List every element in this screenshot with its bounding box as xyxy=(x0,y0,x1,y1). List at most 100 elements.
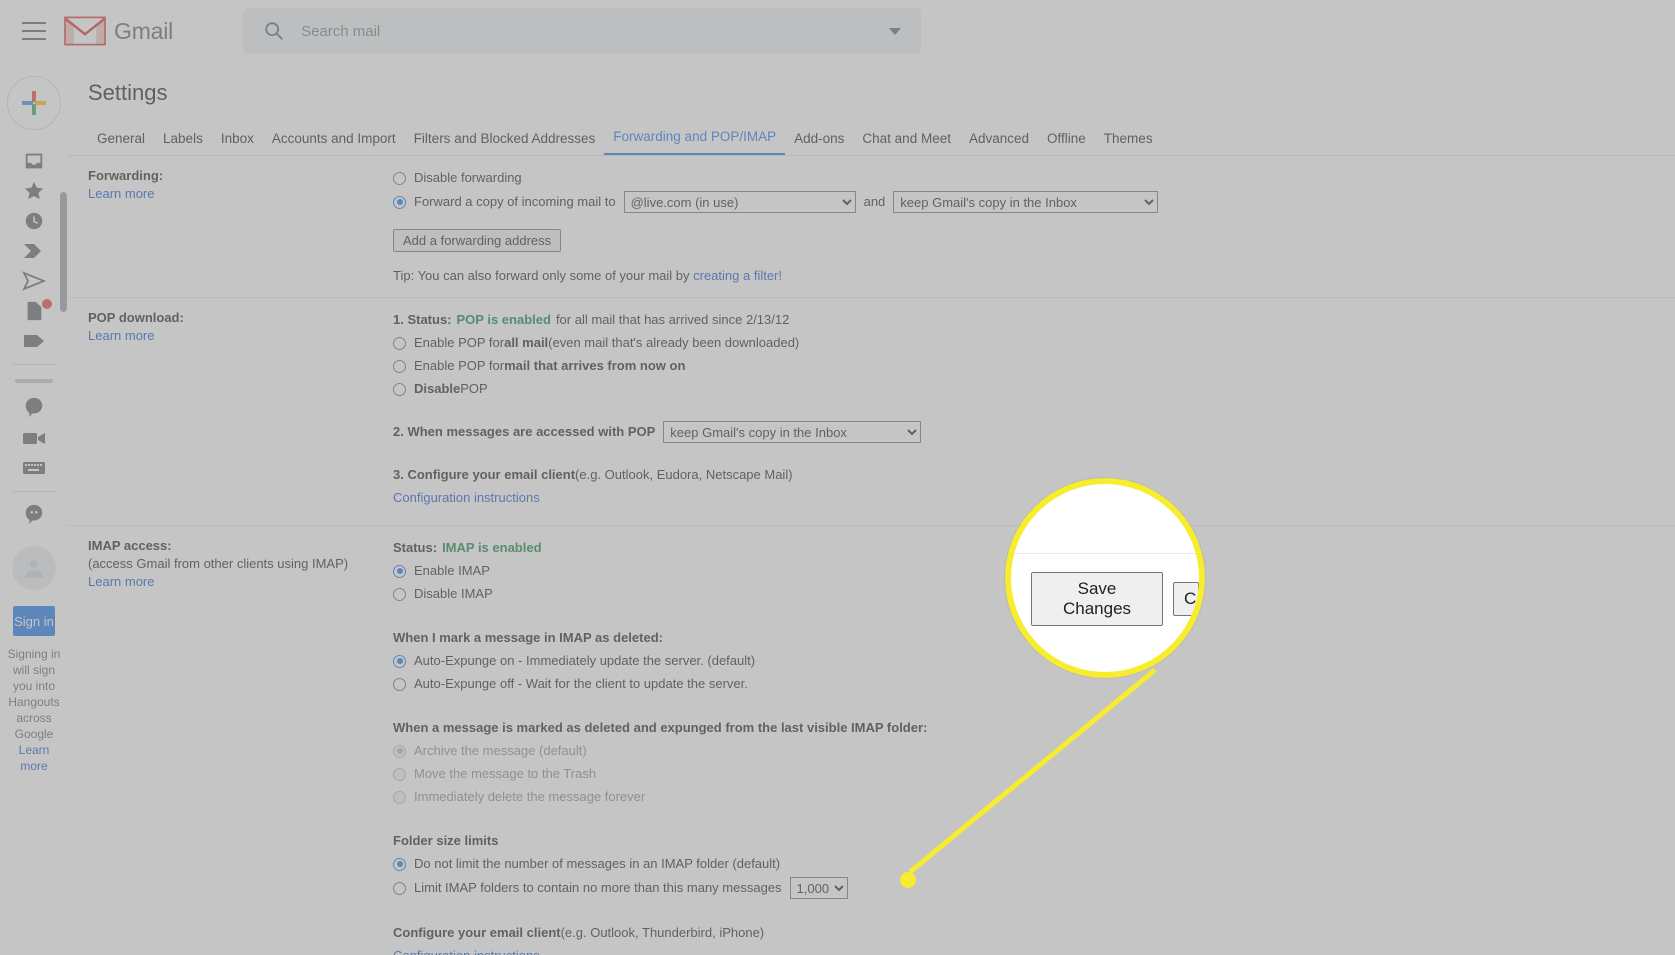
imap-configuration-instructions-link[interactable]: Configuration instructions xyxy=(393,946,540,955)
compose-button[interactable] xyxy=(7,76,61,130)
signin-note: Signing in will sign you into Hangouts a… xyxy=(5,646,63,774)
forwarding-and-text: and xyxy=(863,194,886,209)
imap-limit-radio[interactable] xyxy=(393,881,406,895)
pop-from-now-row[interactable]: Enable POP for mail that arrives from no… xyxy=(393,356,1655,376)
forwarding-tip-link[interactable]: creating a filter! xyxy=(693,268,782,283)
imap-enable-radio[interactable] xyxy=(393,564,406,578)
search-input[interactable] xyxy=(299,21,882,41)
forward-copy-radio[interactable] xyxy=(393,195,406,209)
add-forwarding-address-button[interactable]: Add a forwarding address xyxy=(393,229,562,252)
sent-paperplane-icon xyxy=(22,271,46,291)
imap-disable-label: Disable IMAP xyxy=(414,586,493,601)
imap-limit-label: Limit IMAP folders to contain no more th… xyxy=(414,880,782,895)
signin-button[interactable]: Sign in xyxy=(13,606,55,636)
tab-chat-and-meet[interactable]: Chat and Meet xyxy=(853,131,960,155)
sidebar-item-meet[interactable] xyxy=(0,423,68,453)
pop-access-action-select[interactable]: keep Gmail's copy in the Inbox xyxy=(663,421,922,443)
search-icon xyxy=(265,22,283,40)
imap-archive-row: Archive the message (default) xyxy=(393,741,1655,761)
callout-save-changes-button[interactable]: Save Changes xyxy=(1031,572,1163,626)
pop-status-value: POP is enabled xyxy=(456,312,551,327)
rail-scrollbar-thumb[interactable] xyxy=(60,192,67,312)
tab-add-ons[interactable]: Add-ons xyxy=(785,131,853,155)
label-tag-icon xyxy=(24,335,44,347)
imap-expunge-off-row[interactable]: Auto-Expunge off - Wait for the client t… xyxy=(393,674,1655,694)
forward-copy-row[interactable]: Forward a copy of incoming mail to @live… xyxy=(393,191,1655,213)
imap-deleted-heading: When I mark a message in IMAP as deleted… xyxy=(393,630,663,645)
chat-bubble-icon xyxy=(25,504,43,525)
imap-no-limit-row[interactable]: Do not limit the number of messages in a… xyxy=(393,854,1655,874)
sidebar-item-hangouts[interactable] xyxy=(0,393,68,423)
drafts-document-icon xyxy=(27,301,42,321)
pop-status-suffix: for all mail that has arrived since 2/13… xyxy=(555,312,790,327)
callout-button-row: Save Changes Cancel xyxy=(1031,572,1199,626)
imap-config-link-row: Configuration instructions xyxy=(393,946,1655,955)
tab-general[interactable]: General xyxy=(88,131,154,155)
imap-trash-radio xyxy=(393,767,406,781)
tab-forwarding-and-pop-imap[interactable]: Forwarding and POP/IMAP xyxy=(604,129,786,155)
sidebar-item-starred[interactable] xyxy=(0,176,68,206)
imap-archive-radio xyxy=(393,744,406,758)
imap-label-column: IMAP access: (access Gmail from other cl… xyxy=(68,538,393,955)
pop-all-mail-radio[interactable] xyxy=(393,336,406,350)
disable-forwarding-row[interactable]: Disable forwarding xyxy=(393,168,1655,188)
search-options-chevron-down-icon[interactable] xyxy=(889,27,902,35)
sidebar-item-inbox[interactable] xyxy=(0,146,68,176)
pop-from-now-bold: mail that arrives from now on xyxy=(504,358,686,373)
left-rail: Sign in Signing in will sign you into Ha… xyxy=(0,62,68,955)
tab-accounts-and-import[interactable]: Accounts and Import xyxy=(263,131,405,155)
pop-configuration-instructions-link[interactable]: Configuration instructions xyxy=(393,488,540,508)
top-bar: Gmail xyxy=(0,0,1675,62)
pop-disable-bold: Disable xyxy=(414,381,461,396)
imap-limit-row[interactable]: Limit IMAP folders to contain no more th… xyxy=(393,877,1655,899)
pop-learn-more-link[interactable]: Learn more xyxy=(88,328,154,343)
imap-no-limit-radio[interactable] xyxy=(393,857,406,871)
avatar[interactable] xyxy=(12,546,56,590)
imap-disable-radio[interactable] xyxy=(393,587,406,601)
imap-delete-forever-row: Immediately delete the message forever xyxy=(393,787,1655,807)
disable-forwarding-label: Disable forwarding xyxy=(414,170,522,185)
page-title: Settings xyxy=(88,80,168,105)
plus-icon xyxy=(22,91,46,115)
forwarding-learn-more-link[interactable]: Learn more xyxy=(88,186,154,201)
pop-all-mail-row[interactable]: Enable POP for all mail (even mail that'… xyxy=(393,333,1655,353)
tab-offline[interactable]: Offline xyxy=(1038,131,1095,155)
sidebar-item-important[interactable] xyxy=(0,236,68,266)
rail-drag-handle[interactable] xyxy=(15,379,53,383)
tab-inbox[interactable]: Inbox xyxy=(212,131,263,155)
forwarding-tip: Tip: You can also forward only some of y… xyxy=(393,268,1655,283)
pop-from-now-radio[interactable] xyxy=(393,359,406,373)
gmail-logo[interactable]: Gmail xyxy=(64,15,173,47)
pop-download-section: POP download: Learn more 1. Status: POP … xyxy=(68,298,1675,526)
pop-disable-row[interactable]: Disable POP xyxy=(393,379,1655,399)
imap-learn-more-link[interactable]: Learn more xyxy=(88,574,154,589)
gmail-wordmark: Gmail xyxy=(114,17,174,44)
sidebar-item-chat[interactable] xyxy=(0,500,68,530)
forwarding-address-select[interactable]: @live.com (in use) xyxy=(623,191,856,213)
imap-trash-label: Move the message to the Trash xyxy=(414,766,597,781)
imap-status-value: IMAP is enabled xyxy=(442,540,542,555)
tab-filters-and-blocked-addresses[interactable]: Filters and Blocked Addresses xyxy=(405,131,605,155)
search-bar[interactable] xyxy=(243,8,922,54)
imap-expunge-on-radio[interactable] xyxy=(393,654,406,668)
imap-expunge-off-radio[interactable] xyxy=(393,677,406,691)
tab-advanced[interactable]: Advanced xyxy=(960,131,1038,155)
imap-limit-count-select[interactable]: 1,000 xyxy=(789,877,848,899)
sidebar-item-sent[interactable] xyxy=(0,266,68,296)
sidebar-item-drafts[interactable] xyxy=(0,296,68,326)
tab-labels[interactable]: Labels xyxy=(154,131,212,155)
sidebar-item-snoozed[interactable] xyxy=(0,206,68,236)
sidebar-item-labels[interactable] xyxy=(0,326,68,356)
pop-disable-radio[interactable] xyxy=(393,382,406,396)
tab-themes[interactable]: Themes xyxy=(1095,131,1162,155)
settings-tabs: General Labels Inbox Accounts and Import… xyxy=(68,122,1675,156)
imap-label: IMAP access: xyxy=(88,538,172,553)
forwarding-copy-action-select[interactable]: keep Gmail's copy in the Inbox xyxy=(893,191,1159,213)
disable-forwarding-radio[interactable] xyxy=(393,171,406,185)
pop-body: 1. Status: POP is enabled for all mail t… xyxy=(393,310,1675,511)
imap-folder-limits-heading-row: Folder size limits xyxy=(393,831,1655,851)
callout-cancel-button[interactable]: Cancel xyxy=(1173,582,1199,616)
main-menu-icon[interactable] xyxy=(22,22,46,40)
sidebar-item-keyboard[interactable] xyxy=(0,453,68,483)
signin-note-learn-more-link[interactable]: Learn more xyxy=(19,743,50,773)
